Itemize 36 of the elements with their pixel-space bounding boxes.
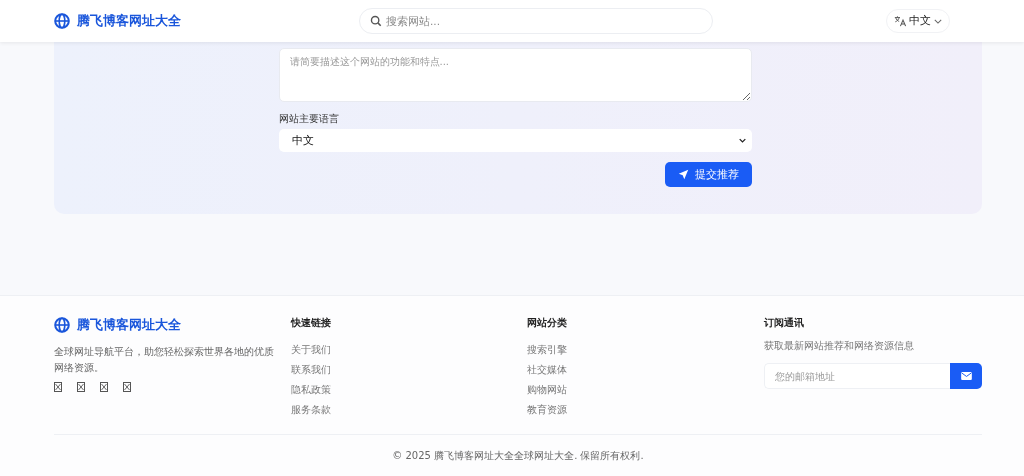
footer-link[interactable]: 服务条款 bbox=[291, 400, 527, 420]
newsletter-text: 获取最新网站推荐和网络资源信息 bbox=[764, 340, 915, 353]
site-logo-text[interactable]: 腾飞博客网址大全 bbox=[77, 12, 181, 30]
footer-link[interactable]: 搜索引擎 bbox=[527, 340, 764, 360]
missing-glyph-icon[interactable] bbox=[77, 382, 85, 392]
email-field[interactable]: 您的邮箱地址 bbox=[764, 363, 950, 389]
subscribe-button[interactable] bbox=[950, 363, 982, 389]
globe-icon bbox=[54, 13, 70, 29]
footer-heading: 订阅通讯 bbox=[764, 316, 805, 330]
submit-button[interactable]: 提交推荐 bbox=[664, 162, 752, 187]
footer-link[interactable]: 隐私政策 bbox=[291, 380, 527, 400]
missing-glyph-icon[interactable] bbox=[54, 382, 62, 392]
field-label: 网站主要语言 bbox=[278, 113, 340, 126]
description-field[interactable]: 请简要描述这个网站的功能和特点... bbox=[278, 48, 752, 102]
footer-heading: 快速链接 bbox=[291, 316, 332, 330]
missing-glyph-icon[interactable] bbox=[123, 382, 131, 392]
footer-link[interactable]: 社交媒体 bbox=[527, 360, 764, 380]
footer-heading: 网站分类 bbox=[527, 316, 568, 330]
send-icon bbox=[677, 169, 689, 180]
language-select[interactable]: 中文 bbox=[278, 129, 752, 152]
translate-icon bbox=[894, 15, 906, 27]
footer-logo-text: 腾飞博客网址大全 bbox=[77, 316, 181, 334]
missing-glyph-icon[interactable] bbox=[100, 382, 108, 392]
footer-link[interactable]: 联系我们 bbox=[291, 360, 527, 380]
caret-icon bbox=[738, 138, 746, 143]
language-button[interactable]: 中文 bbox=[886, 9, 950, 33]
copyright-text: © 2025 腾飞博客网址大全全球网址大全. 保留所有权利. bbox=[392, 449, 644, 463]
footer-description: 全球网址导航平台，助您轻松探索世界各地的优质网络资源。 bbox=[54, 345, 275, 375]
footer-link[interactable]: 教育资源 bbox=[527, 400, 764, 420]
search-icon bbox=[370, 15, 382, 27]
caret-icon bbox=[934, 18, 942, 24]
footer-link[interactable]: 关于我们 bbox=[291, 340, 527, 360]
footer-link[interactable]: 购物网站 bbox=[527, 380, 764, 400]
search-field[interactable]: 搜索网站... bbox=[359, 8, 713, 34]
globe-icon bbox=[54, 317, 70, 333]
envelope-icon bbox=[960, 372, 972, 380]
